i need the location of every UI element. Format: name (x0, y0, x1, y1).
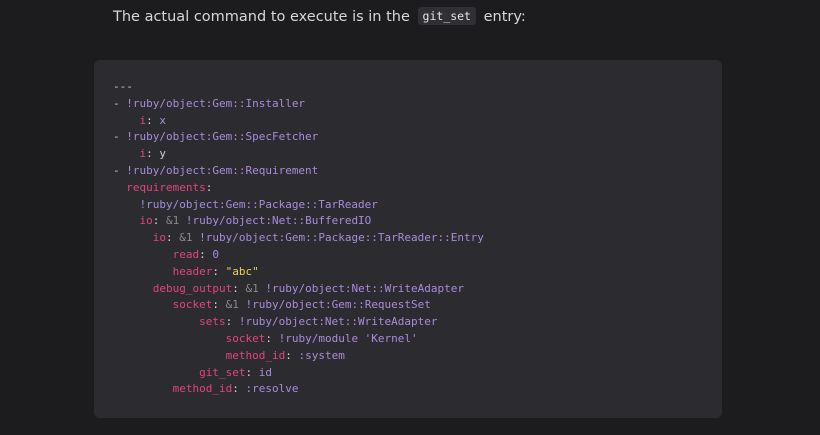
code-token-key: io (139, 214, 153, 228)
code-token-pad (113, 382, 173, 395)
code-token-key: git_set (199, 365, 246, 379)
code-token-key: method_id (172, 382, 233, 396)
code-line: - !ruby/object:Gem::Installer (113, 96, 484, 113)
code-token-pad (113, 198, 140, 211)
code-line: - !ruby/object:Gem::Requirement (113, 163, 484, 180)
code-token-pad (113, 231, 153, 244)
code-token-key: read (172, 247, 200, 261)
code-block[interactable]: --- - !ruby/object:Gem::Installer i: x- !… (94, 60, 722, 418)
code-token-key: method_id (225, 348, 286, 362)
code-token-plain: : (265, 331, 279, 345)
code-token-tag: x (159, 113, 166, 127)
code-line: socket: &1 !ruby/object:Gem::RequestSet (113, 297, 484, 314)
code-line: --- (113, 79, 484, 96)
code-token-key: requirements (126, 180, 206, 194)
code-token-pad (113, 248, 173, 261)
code-line: !ruby/object:Gem::Package::TarReader (113, 197, 484, 214)
intro-text-after: entry: (483, 9, 526, 25)
code-token-tag: !ruby/object:Gem::Package::TarReader (139, 197, 378, 211)
code-token-anchor: &1 (245, 281, 259, 295)
code-token-pad (113, 214, 140, 227)
code-line: socket: !ruby/module 'Kernel' (113, 331, 484, 348)
code-token-plain: : (245, 365, 259, 379)
code-token-plain: : (232, 382, 246, 396)
code-token-tag: !ruby/object:Net::BufferedIO (185, 214, 372, 228)
code-token-tag: !ruby/object:Net::WriteAdapter (238, 315, 438, 329)
code-token-tag: :system (298, 348, 345, 362)
code-token-anchor: &1 (179, 231, 193, 245)
code-token-plain: y (159, 147, 166, 161)
code-token-key: io (152, 231, 166, 245)
code-token-plain: : (225, 315, 239, 329)
code-line: method_id: :resolve (113, 381, 484, 398)
code-token-tag: !ruby/object:Net::WriteAdapter (265, 281, 465, 295)
code-token-tag: :resolve (245, 382, 299, 396)
code-token-str: "abc" (225, 264, 259, 278)
code-line: method_id: :system (113, 348, 484, 365)
code-line: - !ruby/object:Gem::SpecFetcher (113, 129, 484, 146)
code-line: io: &1 !ruby/object:Gem::Package::TarRea… (113, 230, 484, 247)
code-token-anchor: &1 (225, 298, 239, 312)
code-token-pad (113, 366, 199, 379)
code-token-pad (113, 332, 226, 345)
intro-paragraph: The actual command to execute is in the … (113, 6, 526, 28)
code-token-plain: : (212, 298, 226, 312)
code-token-plain: : (232, 281, 246, 295)
code-line: header: "abc" (113, 264, 484, 281)
inline-code-git-set: git_set (417, 7, 476, 25)
code-token-plain: - (113, 130, 127, 144)
code-token-pad (113, 282, 153, 295)
code-token-tag: !ruby/object:Gem::SpecFetcher (126, 130, 319, 144)
code-token-pad (113, 315, 199, 328)
code-line: io: &1 !ruby/object:Net::BufferedIO (113, 213, 484, 230)
code-token-plain: - (113, 163, 127, 177)
code-line: requirements: (113, 180, 484, 197)
code-token-plain: --- (113, 80, 133, 93)
code-line: i: y (113, 146, 484, 163)
code-token-plain: : (205, 180, 213, 194)
code-token-pad (113, 147, 140, 160)
code-token-pad (113, 349, 226, 362)
code-token-plain: : (166, 231, 180, 245)
code-token-pad (113, 298, 173, 311)
code-token-tag: !ruby/object:Gem::Installer (126, 96, 306, 110)
code-token-pad (113, 265, 173, 278)
code-token-key: socket (225, 331, 266, 345)
code-token-num: 0 (212, 247, 219, 261)
yaml-code[interactable]: --- - !ruby/object:Gem::Installer i: x- !… (113, 79, 484, 398)
code-token-tag: !ruby/object:Gem::Requirement (126, 163, 319, 177)
code-token-anchor: &1 (166, 214, 180, 228)
code-token-plain: - (113, 96, 127, 110)
code-token-key: socket (172, 298, 213, 312)
code-line: sets: !ruby/object:Net::WriteAdapter (113, 314, 484, 331)
code-token-tag: !ruby/module 'Kernel' (278, 331, 418, 345)
code-token-plain: : (212, 264, 226, 278)
code-token-tag: !ruby/object:Gem::RequestSet (245, 298, 431, 312)
code-token-plain: : (152, 214, 166, 228)
code-line: debug_output: &1 !ruby/object:Net::Write… (113, 281, 484, 298)
code-token-key: sets (199, 315, 226, 329)
code-token-tag: !ruby/object:Gem::Package::TarReader::En… (199, 231, 484, 245)
code-token-key: debug_output (152, 281, 233, 295)
code-token-tag: id (258, 365, 272, 379)
code-token-plain: : (199, 247, 213, 261)
code-line: git_set: id (113, 365, 484, 382)
intro-text-before: The actual command to execute is in the (113, 9, 410, 25)
code-line: read: 0 (113, 247, 484, 264)
code-token-plain: : (146, 113, 160, 127)
code-token-pad (113, 181, 126, 194)
code-token-pad (113, 114, 140, 127)
code-token-plain: : (285, 348, 299, 362)
code-token-key: header (172, 264, 213, 278)
code-line: i: x (113, 113, 484, 130)
code-token-plain: : (146, 147, 160, 161)
